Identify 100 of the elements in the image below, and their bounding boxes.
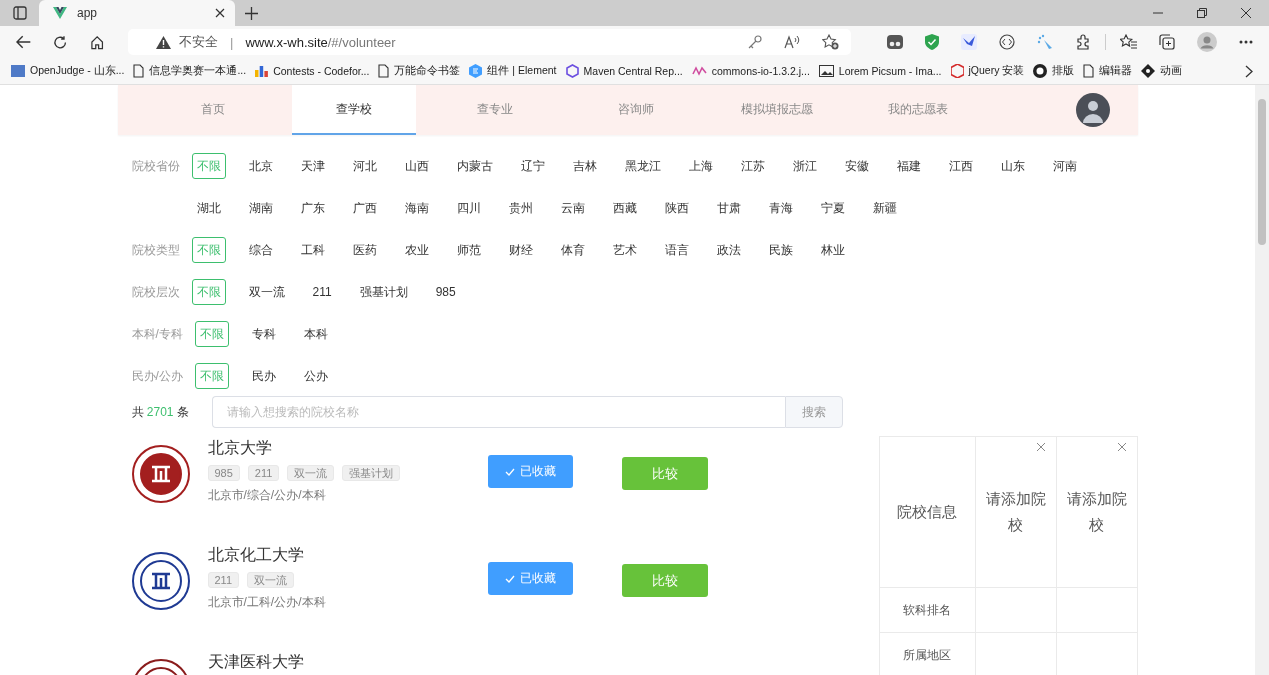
key-icon[interactable]	[748, 35, 762, 49]
filter-option[interactable]: 河南	[1047, 153, 1082, 179]
filter-option[interactable]: 陕西	[659, 195, 694, 221]
close-icon[interactable]	[1241, 8, 1251, 18]
check-icon	[504, 467, 515, 476]
filter-option[interactable]: 双一流	[243, 279, 290, 305]
filter-option[interactable]: 青海	[763, 195, 798, 221]
filter-option[interactable]: 工科	[295, 237, 330, 263]
filter-option[interactable]: 吉林	[567, 153, 602, 179]
filter-option[interactable]: 广西	[347, 195, 382, 221]
bookmark[interactable]: Maven Central Rep...	[565, 64, 683, 78]
bookmark[interactable]: OpenJudge - 山东...	[11, 64, 125, 78]
filter-option[interactable]: 新疆	[867, 195, 902, 221]
filter-option[interactable]: 政法	[711, 237, 746, 263]
extensions-icon[interactable]	[1075, 34, 1091, 50]
more-icon[interactable]	[1239, 40, 1253, 44]
filter-option[interactable]: 医药	[347, 237, 382, 263]
filter-option[interactable]: 湖北	[191, 195, 226, 221]
refresh-icon[interactable]	[53, 34, 68, 50]
filter-option[interactable]: 专科	[246, 321, 281, 347]
bookmark[interactable]: 组件 | Element	[469, 64, 557, 78]
filter-option[interactable]: 宁夏	[815, 195, 850, 221]
shield-icon[interactable]	[925, 34, 939, 50]
scrollbar[interactable]	[1255, 85, 1269, 675]
compare-slot[interactable]: 请添加院校	[1063, 486, 1130, 538]
bookmark[interactable]: 编辑器	[1083, 64, 1133, 78]
filter-option[interactable]: 公办	[298, 363, 333, 389]
back-icon[interactable]	[16, 35, 32, 49]
filter-option[interactable]: 湖南	[243, 195, 278, 221]
university-name[interactable]: 北京大学	[207, 438, 272, 458]
university-details: 北京市/综合/公办/本科	[207, 487, 326, 504]
collections-icon[interactable]	[1159, 34, 1175, 50]
filter-option[interactable]: 民办	[246, 363, 281, 389]
filter-option[interactable]: 山西	[399, 153, 434, 179]
filter-option[interactable]: 民族	[763, 237, 798, 263]
filter-option[interactable]: 北京	[243, 153, 278, 179]
university-name[interactable]: 天津医科大学	[207, 652, 304, 672]
bookmark[interactable]: commons-io-1.3.2.j...	[691, 65, 810, 77]
bookmark[interactable]: 动画	[1141, 64, 1183, 78]
wave-icon	[691, 66, 707, 76]
filter-option[interactable]: 强基计划	[354, 279, 413, 305]
filter-option[interactable]: 综合	[243, 237, 278, 263]
compare-slot[interactable]: 请添加院校	[982, 486, 1049, 538]
filter-option[interactable]: 语言	[659, 237, 694, 263]
bookmark[interactable]: Lorem Picsum - Ima...	[818, 65, 942, 77]
result-count: 共 2701 条	[131, 403, 190, 421]
filter-option[interactable]: 985	[430, 279, 461, 305]
nav-tab[interactable]: 查学校	[291, 85, 416, 135]
filter-option[interactable]: 甘肃	[711, 195, 746, 221]
filter-option[interactable]: 河北	[347, 153, 382, 179]
home-icon[interactable]	[89, 34, 104, 50]
filter-option[interactable]: 山东	[995, 153, 1030, 179]
filter-option[interactable]: 林业	[815, 237, 850, 263]
filter-option[interactable]: 师范	[451, 237, 486, 263]
bookmark[interactable]: 万能命令书签	[378, 64, 461, 78]
avatar-icon[interactable]	[1075, 93, 1110, 127]
filter-option[interactable]: 浙江	[787, 153, 822, 179]
filter-option[interactable]: 江西	[943, 153, 978, 179]
filter-option[interactable]: 内蒙古	[451, 153, 498, 179]
new-tab-icon[interactable]	[245, 6, 258, 20]
read-aloud-icon[interactable]	[784, 35, 800, 49]
filter-option[interactable]: 天津	[295, 153, 330, 179]
tab-actions-icon[interactable]	[13, 6, 27, 20]
table-row-label: 软科排名	[879, 588, 976, 633]
filter-option[interactable]: 安徽	[839, 153, 874, 179]
extension-icon[interactable]	[887, 35, 903, 49]
filter-option[interactable]: 海南	[399, 195, 434, 221]
profile-icon[interactable]	[1197, 32, 1217, 52]
favorites-icon[interactable]	[1120, 34, 1137, 50]
address-field[interactable]: 不安全 | www.x-wh.site/#/volunteer	[128, 29, 851, 55]
table-header-cell: 院校信息	[879, 437, 976, 588]
bookmark[interactable]: jQuery 安装	[950, 64, 1025, 78]
filter-option[interactable]: 福建	[891, 153, 926, 179]
filter-option[interactable]: 云南	[555, 195, 590, 221]
university-name[interactable]: 北京化工大学	[207, 545, 304, 565]
v-logo-icon	[53, 7, 67, 19]
filter-option[interactable]: 辽宁	[515, 153, 550, 179]
filter-option[interactable]: 黑龙江	[619, 153, 666, 179]
filter-option[interactable]: 江苏	[735, 153, 770, 179]
filter-option[interactable]: 西藏	[607, 195, 642, 221]
filter-option[interactable]: 211	[307, 279, 337, 305]
filter-option[interactable]: 本科	[298, 321, 333, 347]
search-field[interactable]: 请输入想搜索的院校名称	[211, 396, 785, 428]
code-icon[interactable]	[999, 34, 1015, 50]
bookmark[interactable]: 排版	[1033, 64, 1075, 78]
filter-option[interactable]: 四川	[451, 195, 486, 221]
filter-option[interactable]: 农业	[399, 237, 434, 263]
chevron-right-icon[interactable]	[1245, 64, 1253, 78]
filter-option[interactable]: 财经	[503, 237, 538, 263]
filter-option[interactable]: 艺术	[607, 237, 642, 263]
add-favorite-icon[interactable]	[822, 34, 839, 50]
bookmark[interactable]: Contests - Codefor...	[255, 65, 370, 77]
restore-icon[interactable]	[1197, 8, 1207, 18]
bookmark[interactable]: 信息学奥赛一本通...	[133, 64, 247, 78]
filter-option[interactable]: 广东	[295, 195, 330, 221]
close-icon[interactable]	[215, 8, 225, 18]
browser-tab[interactable]: app	[39, 0, 235, 26]
filter-option[interactable]: 体育	[555, 237, 590, 263]
filter-option[interactable]: 上海	[683, 153, 718, 179]
filter-option[interactable]: 贵州	[503, 195, 538, 221]
